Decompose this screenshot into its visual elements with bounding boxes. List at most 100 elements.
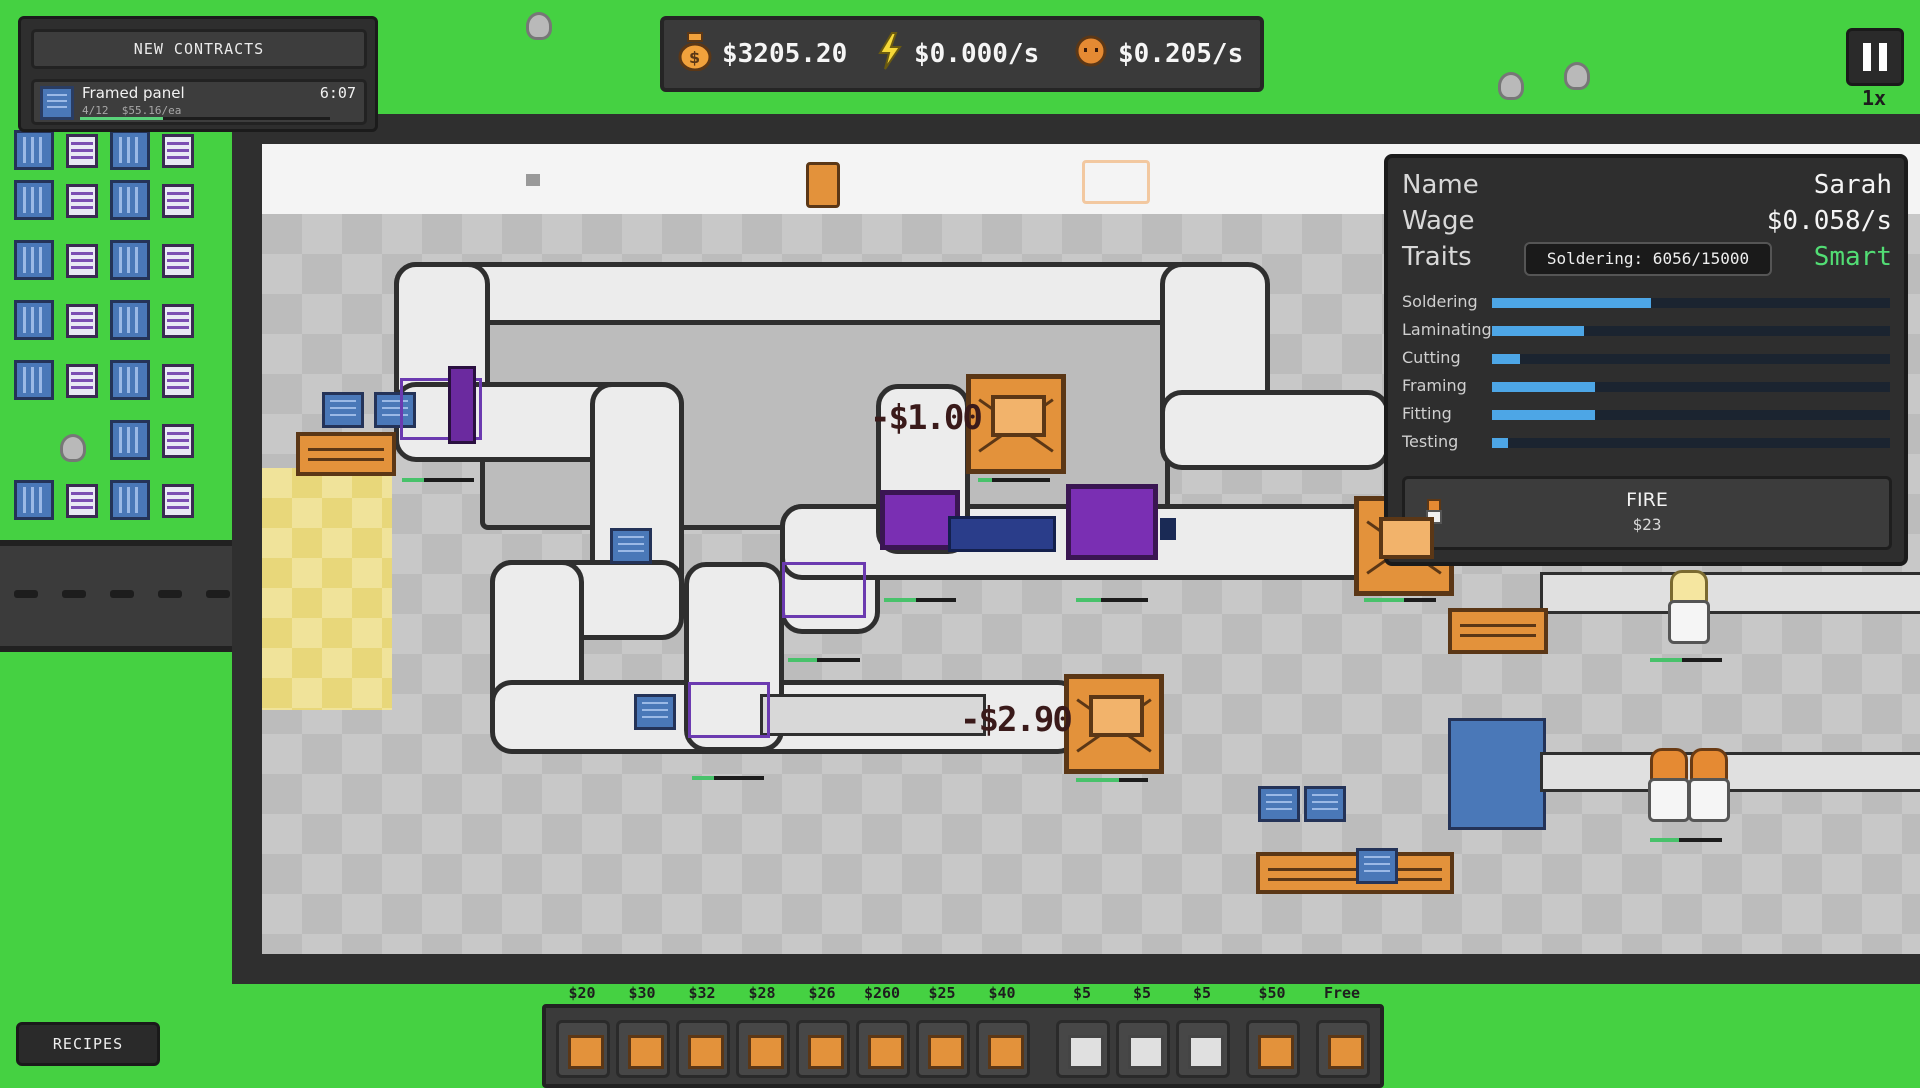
skill-label: Fitting xyxy=(1402,404,1452,423)
pallet[interactable] xyxy=(1256,852,1454,894)
belt-straight-icon xyxy=(1068,1035,1104,1069)
belt-split-icon xyxy=(1188,1035,1224,1069)
build-tool-crate[interactable] xyxy=(556,1020,610,1078)
fire-worker-button[interactable]: FIRE $23 xyxy=(1402,476,1892,550)
pause-button[interactable] xyxy=(1846,28,1904,86)
fire-label: FIRE xyxy=(1626,489,1668,511)
rock-decoration xyxy=(1498,72,1524,100)
fire-cost: $23 xyxy=(1632,515,1662,534)
traits-label: Traits xyxy=(1402,242,1472,272)
machine-progress xyxy=(1076,778,1148,782)
tool-price: $260 xyxy=(863,984,901,1002)
recipes-button[interactable]: RECIPES xyxy=(16,1022,160,1066)
machine-progress xyxy=(788,658,860,662)
wage-rate: $0.205/s xyxy=(1118,39,1244,69)
pallet[interactable] xyxy=(296,432,396,476)
worker-name: Sarah xyxy=(1813,170,1892,200)
build-tool-cutter[interactable] xyxy=(736,1020,790,1078)
frame-station[interactable] xyxy=(688,682,770,738)
contracts-panel: NEW CONTRACTS Framed panel 4/12 $55.16/e… xyxy=(18,16,378,132)
frame-station[interactable] xyxy=(782,562,866,618)
framer-icon xyxy=(808,1035,844,1069)
build-tool-worker[interactable] xyxy=(1316,1020,1370,1078)
worker-trait[interactable]: Smart xyxy=(1814,242,1892,272)
money-bag-icon: $ xyxy=(678,31,712,78)
game-speed-label[interactable]: 1x xyxy=(1862,86,1886,110)
build-tool-belt-split[interactable] xyxy=(1176,1020,1230,1078)
solar-panel-item xyxy=(1356,848,1398,884)
panel-stack[interactable] xyxy=(1448,718,1546,830)
solar-panel-item xyxy=(634,694,676,730)
tool-price: $28 xyxy=(748,984,776,1002)
build-tool-tester[interactable] xyxy=(916,1020,970,1078)
build-toolbar xyxy=(542,1004,1384,1088)
storage-rack-area xyxy=(0,130,232,530)
laminator-icon xyxy=(688,1035,724,1069)
tool-price: $20 xyxy=(568,984,596,1002)
fire-extinguisher-icon xyxy=(806,162,840,208)
conveyor-belt-lower-right[interactable] xyxy=(1540,752,1920,792)
skill-label: Laminating xyxy=(1402,320,1492,339)
tool-price: $25 xyxy=(928,984,956,1002)
floating-cost: -$1.00 xyxy=(870,398,983,438)
skill-label: Framing xyxy=(1402,376,1467,395)
fitter-icon xyxy=(868,1035,904,1069)
tester-icon xyxy=(928,1035,964,1069)
crate-machine[interactable] xyxy=(1064,674,1164,774)
skill-bar xyxy=(1492,438,1890,448)
money-value: $3205.20 xyxy=(722,39,848,69)
build-tool-framer[interactable] xyxy=(796,1020,850,1078)
build-tool-belt-corner[interactable] xyxy=(1116,1020,1170,1078)
tool-price: $5 xyxy=(1192,984,1212,1002)
pallet[interactable] xyxy=(1448,608,1548,654)
laminated-panel-item xyxy=(948,516,1056,552)
skill-bar xyxy=(1492,410,1890,420)
money-display: $ $3205.20 xyxy=(678,20,847,88)
skill-label: Soldering xyxy=(1402,292,1478,311)
tool-price: $50 xyxy=(1258,984,1286,1002)
worker-face-icon xyxy=(1074,34,1108,75)
build-tool-sign[interactable] xyxy=(1246,1020,1300,1078)
crate-machine[interactable] xyxy=(966,374,1066,474)
worker-info-panel: Name Sarah Wage $0.058/s Traits Solderin… xyxy=(1384,154,1908,566)
sign-icon xyxy=(1258,1035,1294,1069)
belt-corner-icon xyxy=(1128,1035,1164,1069)
contract-progress-text: 4/12 $55.16/ea xyxy=(82,104,182,117)
build-tool-fitter[interactable] xyxy=(856,1020,910,1078)
build-tool-solder-machine[interactable] xyxy=(616,1020,670,1078)
worker-with-tool[interactable] xyxy=(448,366,476,444)
floating-cost: -$2.90 xyxy=(960,700,1073,740)
solar-panel-item xyxy=(1304,786,1346,822)
rock-decoration xyxy=(1564,62,1590,90)
laminator-machine[interactable] xyxy=(1066,484,1158,560)
worker-icon xyxy=(1328,1035,1364,1069)
energy-rate: $0.000/s xyxy=(914,39,1040,69)
cutting-station[interactable] xyxy=(760,694,986,736)
conveyor-belt-right-end[interactable] xyxy=(1160,390,1390,470)
framed-panel-icon xyxy=(40,86,74,120)
svg-text:$: $ xyxy=(689,48,700,67)
machine-progress xyxy=(692,776,764,780)
road xyxy=(0,540,232,652)
contract-item[interactable]: Framed panel 4/12 $55.16/ea 6:07 xyxy=(31,79,367,125)
build-tool-belt-straight[interactable] xyxy=(1056,1020,1110,1078)
build-tool-laminator[interactable] xyxy=(676,1020,730,1078)
panel-item xyxy=(1160,518,1176,540)
skill-label: Cutting xyxy=(1402,348,1461,367)
machine-progress xyxy=(978,478,1050,482)
build-tool-box[interactable] xyxy=(976,1020,1030,1078)
delivery-zone[interactable] xyxy=(262,468,392,710)
new-contracts-button[interactable]: NEW CONTRACTS xyxy=(31,29,367,69)
worker-progress xyxy=(1650,658,1722,662)
warning-sign-icon xyxy=(1082,160,1150,204)
solder-machine-icon xyxy=(628,1035,664,1069)
worker[interactable] xyxy=(1644,748,1690,822)
skill-bar xyxy=(1492,382,1890,392)
crate-icon xyxy=(568,1035,604,1069)
worker[interactable] xyxy=(1684,748,1730,822)
tool-price: $40 xyxy=(988,984,1016,1002)
worker[interactable] xyxy=(1664,570,1710,644)
energy-display: $0.000/s xyxy=(876,20,1039,88)
conveyor-belt-upper-right[interactable] xyxy=(1540,572,1920,614)
skill-bar xyxy=(1492,354,1890,364)
